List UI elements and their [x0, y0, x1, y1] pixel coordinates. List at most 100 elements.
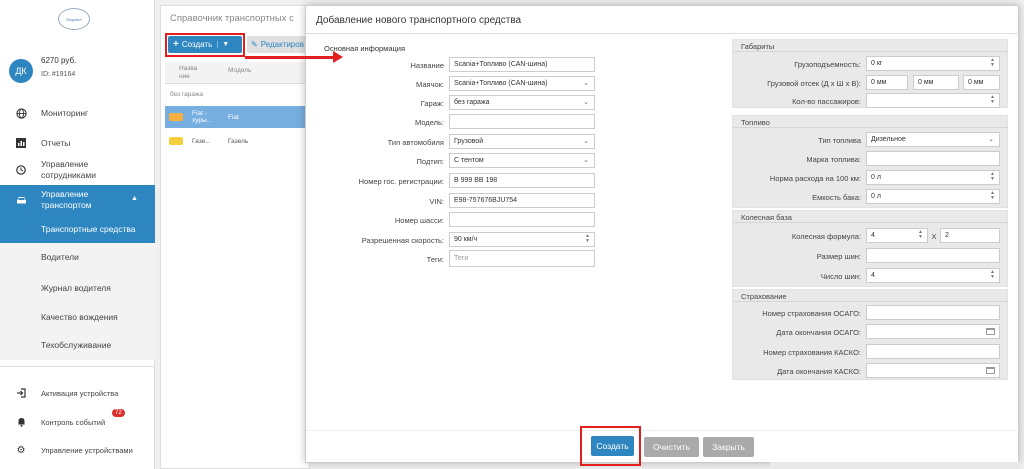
fuel-type-select[interactable]: Дизельное ⌄ [866, 132, 1000, 147]
vehicle-type-label: Тип автомобиля [387, 138, 444, 147]
capacity-label: Грузоподъемность: [794, 60, 861, 69]
cargo-height-input[interactable]: 0 мм [963, 75, 1000, 90]
logo[interactable]: Dispatch [58, 8, 90, 30]
wheel-formula-b-input[interactable]: 2 [940, 228, 1000, 243]
edit-icon: ✎ [251, 40, 258, 49]
tire-count-label: Число шин: [820, 272, 861, 281]
fuel-section: Топливо Тип топлива Дизельное ⌄ Марка топ… [732, 115, 1008, 208]
vin-input[interactable]: E98-757676BJU754 [449, 193, 595, 208]
annotation-arrow-head [333, 51, 343, 63]
car-icon [14, 194, 28, 206]
table-header: Назва ние Модель [165, 62, 307, 84]
reg-number-input[interactable]: В 999 ВВ 198 [449, 173, 595, 188]
avatar[interactable]: ДК [9, 59, 33, 83]
login-icon [14, 387, 28, 399]
column-model[interactable]: Модель [228, 67, 251, 74]
dimensions-section: Габариты Грузоподъемность: 0 кг ▲ ▼ Грузов… [732, 39, 1008, 108]
sidebar-item-driver-log[interactable]: Журнал водителя [0, 280, 155, 296]
model-label: Модель: [414, 118, 444, 127]
wheel-formula-label: Колесная формула: [791, 232, 861, 241]
dialog-header: Добавление нового транспортного средства [306, 6, 1018, 34]
table-row[interactable]: Газе... Газель [165, 130, 307, 152]
cargo-length-input[interactable]: 0 мм [866, 75, 908, 90]
chevron-down-icon: ⌄ [583, 99, 589, 106]
passengers-label: Кол-во пассажиров: [792, 97, 861, 106]
insurance-section: Страхование Номер страхования ОСАГО: Дат… [732, 289, 1008, 380]
kasko-date-input[interactable] [866, 363, 1000, 378]
sidebar-item-drivers[interactable]: Водители [0, 249, 155, 265]
tire-count-input[interactable]: 4 ▲ ▼ [866, 268, 1000, 283]
name-input[interactable]: Scania+Топливо (CAN-шина) [449, 57, 595, 72]
tank-input[interactable]: 0 л ▲ ▼ [866, 189, 1000, 204]
fuel-rate-label: Норма расхода на 100 км: [769, 174, 861, 183]
wheelbase-section: Колесная база Колесная формула: 4 ▲ ▼ X 2 … [732, 210, 1008, 287]
spinner-icon: ▲ ▼ [585, 233, 590, 244]
capacity-input[interactable]: 0 кг ▲ ▼ [866, 56, 1000, 71]
sidebar-item-employees[interactable]: Управление сотрудниками [0, 157, 155, 183]
vin-label: VIN: [429, 197, 444, 206]
tire-size-input[interactable] [866, 248, 1000, 263]
bar-chart-icon [14, 137, 28, 149]
fuel-brand-label: Марка топлива: [806, 155, 861, 164]
passengers-input[interactable]: ▲ ▼ [866, 93, 1000, 108]
chevron-down-icon: ⌄ [583, 157, 589, 164]
model-input[interactable] [449, 114, 595, 129]
garage-label: Гараж: [420, 99, 444, 108]
osago-date-input[interactable] [866, 324, 1000, 339]
highlight-box [165, 33, 245, 57]
calendar-icon [986, 367, 995, 374]
chassis-label: Номер шасси: [394, 216, 444, 225]
wheel-formula-a-input[interactable]: 4 ▲ ▼ [866, 228, 928, 243]
gear-icon: ⚙ [16, 444, 26, 456]
beacon-select[interactable]: Scania+Топливо (CAN-шина) ⌄ [449, 76, 595, 91]
group-label: без гаража [170, 91, 203, 98]
tire-size-label: Размер шин: [816, 252, 861, 261]
bell-icon [14, 416, 28, 428]
kasko-number-input[interactable] [866, 344, 1000, 359]
vehicle-type-select[interactable]: Грузовой ⌄ [449, 134, 595, 149]
sidebar-item-reports[interactable]: Отчеты [0, 135, 155, 151]
sidebar-item-monitoring[interactable]: Мониторинг [0, 105, 155, 121]
dialog-title: Добавление нового транспортного средства [316, 15, 522, 26]
column-name[interactable]: Назва ние [179, 65, 203, 81]
fuel-brand-input[interactable] [866, 151, 1000, 166]
chevron-down-icon: ⌄ [988, 136, 994, 143]
chassis-input[interactable] [449, 212, 595, 227]
sidebar-item-devices[interactable]: ⚙ Управление устройствами [0, 442, 155, 458]
speed-label: Разрешенная скорость: [361, 236, 444, 245]
subtype-label: Подтип: [416, 157, 444, 166]
subtype-select[interactable]: С тентом ⌄ [449, 153, 595, 168]
osago-date-label: Дата окончания ОСАГО: [776, 328, 861, 337]
chevron-down-icon: ⌄ [583, 80, 589, 87]
clock-icon [14, 164, 28, 176]
van-icon [169, 137, 183, 145]
events-badge: 72 [112, 409, 125, 417]
sidebar-item-maintenance[interactable]: Техобслуживание [0, 337, 155, 353]
cargo-width-input[interactable]: 0 мм [913, 75, 959, 90]
truck-icon [169, 113, 183, 121]
sidebar: Dispatch ДК 6270 руб. ID: #19164 Монитор… [0, 0, 155, 469]
kasko-number-label: Номер страхования КАСКО: [763, 348, 861, 357]
fuel-rate-input[interactable]: 0 л ▲ ▼ [866, 170, 1000, 185]
tags-label: Теги: [426, 255, 444, 264]
tags-input[interactable]: Теги [449, 250, 595, 267]
speed-input[interactable]: 90 км/ч ▲ ▼ [449, 232, 595, 247]
tank-label: Емкость бака: [812, 193, 861, 202]
user-id: ID: #19164 [41, 71, 76, 78]
annotation-arrow [245, 56, 335, 59]
close-button[interactable]: Закрыть [703, 437, 754, 457]
sidebar-item-driving-quality[interactable]: Качество вождения [0, 309, 155, 325]
sidebar-item-transport[interactable]: Управление транспортом ▲ [0, 185, 155, 214]
fuel-type-label: Тип топлива [818, 136, 861, 145]
sidebar-item-activation[interactable]: Активация устройства [0, 385, 155, 401]
clear-button[interactable]: Очистить [644, 437, 699, 457]
sidebar-item-events[interactable]: Контроль событий [0, 414, 155, 430]
garage-select[interactable]: без гаража ⌄ [449, 95, 595, 110]
table-row[interactable]: Fiat - хуры... Fiat [165, 106, 307, 128]
balance: 6270 руб. [41, 56, 77, 65]
osago-number-input[interactable] [866, 305, 1000, 320]
beacon-label: Маячок: [415, 80, 444, 89]
edit-vehicle-button[interactable]: ✎ Редактиров [247, 36, 307, 53]
osago-number-label: Номер страхования ОСАГО: [762, 309, 861, 318]
sidebar-item-vehicles[interactable]: Транспортные средства [0, 214, 155, 243]
